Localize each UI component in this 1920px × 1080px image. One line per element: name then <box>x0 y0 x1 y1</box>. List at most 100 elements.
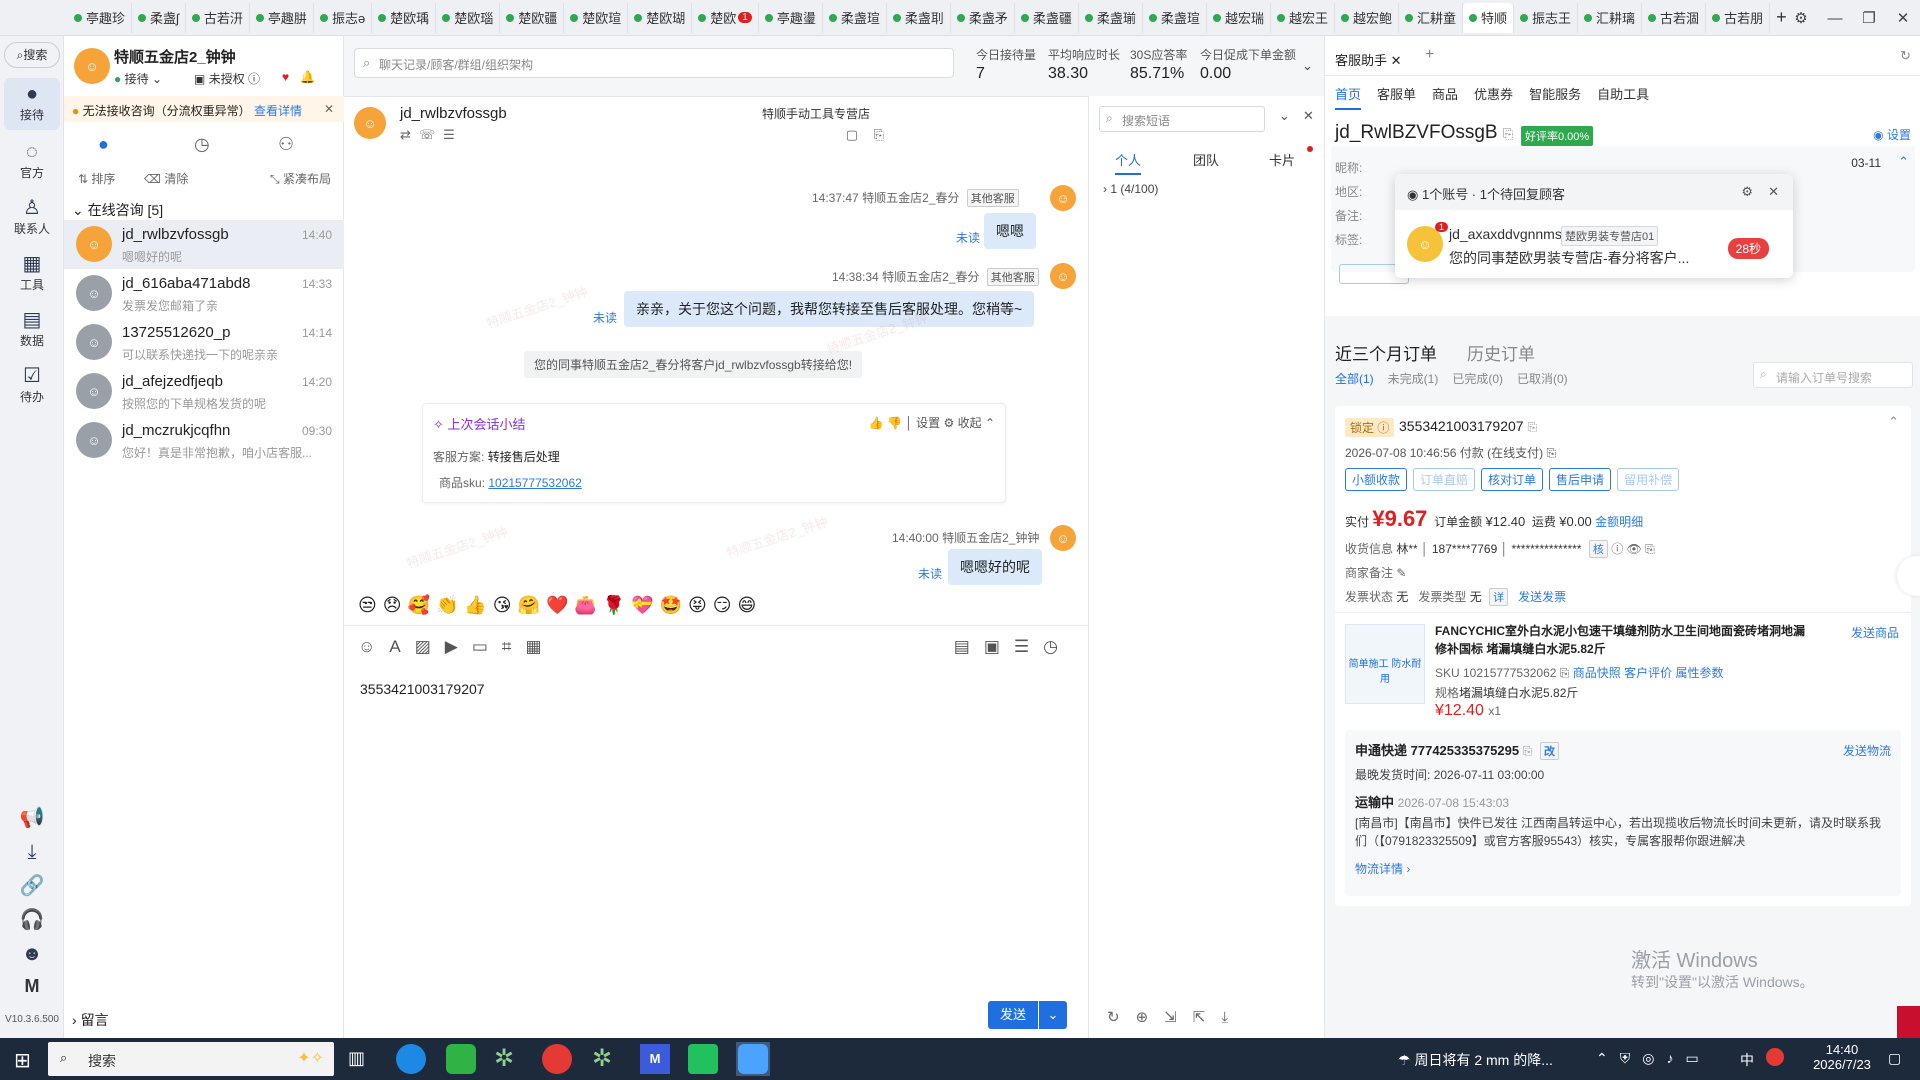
wechat-icon[interactable] <box>446 1044 476 1074</box>
video-icon[interactable]: ▶ <box>445 637 472 656</box>
assistant-tab[interactable]: 客服助手 ✕ <box>1335 50 1402 69</box>
assistant-nav-1[interactable]: 客服单 <box>1377 87 1416 102</box>
conversation-item[interactable]: ☺ jd_afejzedfjeqb 14:20 按照您的下单规格发货的呢 <box>64 367 344 416</box>
tab-13[interactable]: 柔盏刵 <box>887 2 951 33</box>
close-icon[interactable]: ✕ <box>1886 9 1920 27</box>
close-icon[interactable]: ✕ <box>1303 108 1314 124</box>
assistant-nav-0[interactable]: 首页 <box>1335 87 1362 110</box>
shield-icon[interactable]: ⛨ <box>1620 1050 1643 1066</box>
link-icon[interactable]: 🔗 <box>4 874 60 898</box>
tab-6[interactable]: 楚欧瑙 <box>436 2 501 33</box>
app-chat-icon[interactable] <box>738 1044 768 1074</box>
pending-reply-popup[interactable]: ◉ 1个账号 · 1个待回复顾客 ⚙ ✕ ☺ 1 jd_axaxddvgnnms… <box>1395 174 1793 278</box>
volume-icon[interactable]: ♪ <box>1666 1050 1685 1066</box>
summary-collapse[interactable]: 收起 <box>958 416 982 430</box>
rail-item-tools[interactable]: ▦ 工具 <box>4 248 60 300</box>
tab-7[interactable]: 楚欧疆 <box>500 2 565 33</box>
order-filter[interactable]: 未完成(1) <box>1388 372 1439 386</box>
product-thumbnail[interactable]: 简单施工 防水耐用 <box>1345 624 1425 704</box>
tab-10[interactable]: 楚欧 1 <box>692 2 759 33</box>
app-m-icon[interactable]: M <box>640 1044 670 1074</box>
tab-3[interactable]: 亭趣肼 <box>250 2 314 33</box>
send-logistics-link[interactable]: 发送物流 <box>1843 742 1891 759</box>
chat-tab-icon[interactable]: ● <box>98 134 109 155</box>
emoji-icon[interactable]: ☺ <box>358 637 389 656</box>
order-action-button[interactable]: 订单直赔 <box>1413 468 1476 491</box>
assistant-nav-5[interactable]: 自助工具 <box>1597 87 1649 102</box>
order-filter[interactable]: 已取消(0) <box>1517 372 1568 386</box>
folder-icon[interactable]: ▭ <box>472 637 502 656</box>
download-icon[interactable]: ⤓ <box>4 840 60 864</box>
amount-detail-link[interactable]: 金额明细 <box>1595 515 1643 529</box>
snapshot-link[interactable]: 商品快照 <box>1573 666 1621 680</box>
conversation-item[interactable]: ☺ jd_mczrukjcqfhn 09:30 您好！真是非常抱歉，咱小店客服... <box>64 416 344 465</box>
tab-5[interactable]: 楚欧瑀 <box>372 2 437 33</box>
tab-24[interactable]: 汇耕璃 <box>1578 2 1643 33</box>
app-star2-icon[interactable]: ✲ <box>592 1044 622 1074</box>
phrase-group[interactable]: › 1 (4/100) <box>1103 182 1158 196</box>
tab-0[interactable]: 亭趣珍 <box>68 2 133 33</box>
export-icon[interactable]: ⇱ <box>1193 1009 1222 1026</box>
rail-search-button[interactable]: ⌕搜索 <box>4 42 60 68</box>
display-icon[interactable]: ▭ <box>1685 1050 1710 1066</box>
rail-item-contacts[interactable]: ♙ 联系人 <box>4 192 60 244</box>
assistant-nav-2[interactable]: 商品 <box>1432 87 1458 102</box>
global-search-input[interactable]: ⌕ 聊天记录/顾客/群组/组织架构 <box>354 48 954 78</box>
app-red-icon[interactable] <box>542 1044 572 1074</box>
message-input[interactable]: 3553421003179207 <box>360 681 485 697</box>
tab-2[interactable]: 古若汧 <box>186 2 250 33</box>
copy-icon[interactable]: ⎘ <box>1523 744 1533 758</box>
order-filter[interactable]: 已完成(0) <box>1452 372 1503 386</box>
tray-up-icon[interactable]: ⌃ <box>1596 1050 1620 1066</box>
phone-icon[interactable]: ☏ <box>419 127 443 142</box>
phrase-search-input[interactable]: ⌕ 搜索短语 <box>1099 106 1265 132</box>
copy-icon[interactable]: ⎘ <box>1503 126 1513 141</box>
chevron-down-icon[interactable]: ⌄ <box>1302 58 1313 74</box>
table-icon[interactable]: ▦ <box>525 637 555 656</box>
font-icon[interactable]: A <box>389 637 414 656</box>
bookmark-icon[interactable]: ▢ <box>846 127 858 143</box>
send-invoice-link[interactable]: 发送发票 <box>1518 590 1566 604</box>
thumbs-down-icon[interactable]: 👎 <box>887 416 902 430</box>
bot-icon[interactable]: ☻ <box>4 942 60 966</box>
status-dropdown[interactable]: ● 接待 ⌄ <box>114 70 162 87</box>
settings-icon[interactable]: ⚙ <box>1741 184 1753 200</box>
bell-icon[interactable]: 🔔 <box>300 70 315 84</box>
close-icon[interactable]: ✕ <box>1768 184 1779 200</box>
settings-link[interactable]: ◉ 设置 <box>1873 126 1911 143</box>
restore-icon[interactable]: ❐ <box>1852 9 1886 27</box>
rail-item-data[interactable]: ▤ 数据 <box>4 304 60 356</box>
copy-icon[interactable]: ⎘ <box>1527 420 1537 434</box>
tab-18[interactable]: 越宏瑞 <box>1207 2 1271 33</box>
transfer-icon[interactable]: ⇄ <box>400 127 419 142</box>
tab-21[interactable]: 汇耕童 <box>1399 2 1463 33</box>
tab-history-orders[interactable]: 历史订单 <box>1467 340 1535 365</box>
refresh-icon[interactable]: ↻ <box>1107 1009 1136 1026</box>
announce-icon[interactable]: 📢 <box>4 806 60 830</box>
send-button[interactable]: 发送 <box>988 1001 1038 1029</box>
tab-26[interactable]: 古若朋 <box>1706 2 1771 33</box>
message-section-header[interactable]: › 留言 <box>72 1010 109 1030</box>
quick-reply-icon[interactable]: ☰ <box>1014 637 1043 656</box>
tab-recent-orders[interactable]: 近三个月订单 <box>1335 340 1437 365</box>
tab-22[interactable]: 特顺 <box>1463 2 1515 33</box>
send-options-icon[interactable]: ⌄ <box>1039 1001 1067 1029</box>
windows-start-icon[interactable]: ⊞ <box>14 1048 31 1073</box>
heart-icon[interactable]: ♥ <box>282 70 289 84</box>
send-product-link[interactable]: 发送商品 <box>1851 624 1899 641</box>
conversation-item[interactable]: ☺ 13725512620_p 14:14 可以联系快递找一下的呢亲亲 <box>64 318 344 367</box>
conversation-item[interactable]: ☺ jd_rwlbzvfossgb 14:40 嗯嗯好的呢 <box>64 220 344 269</box>
task-view-icon[interactable]: ▥ <box>348 1048 365 1069</box>
verify-button[interactable]: 核 <box>1588 540 1608 558</box>
order-action-button[interactable]: 核对订单 <box>1481 468 1544 491</box>
refresh-icon[interactable]: ↻ <box>1900 48 1911 64</box>
assistant-nav-3[interactable]: 优惠券 <box>1474 87 1513 102</box>
clipboard-icon[interactable]: ▤ <box>954 637 984 656</box>
settings-icon[interactable]: ⚙ <box>1784 9 1818 27</box>
sort-button[interactable]: ⇅ 排序 <box>78 170 115 187</box>
rail-item-reception[interactable]: ● 接待 <box>4 78 60 130</box>
clear-button[interactable]: ⌫ 清除 <box>144 170 188 187</box>
tab-14[interactable]: 柔盏矛 <box>951 2 1015 33</box>
review-link[interactable]: 客户评价 <box>1624 666 1672 680</box>
minimize-icon[interactable]: — <box>1818 10 1852 27</box>
